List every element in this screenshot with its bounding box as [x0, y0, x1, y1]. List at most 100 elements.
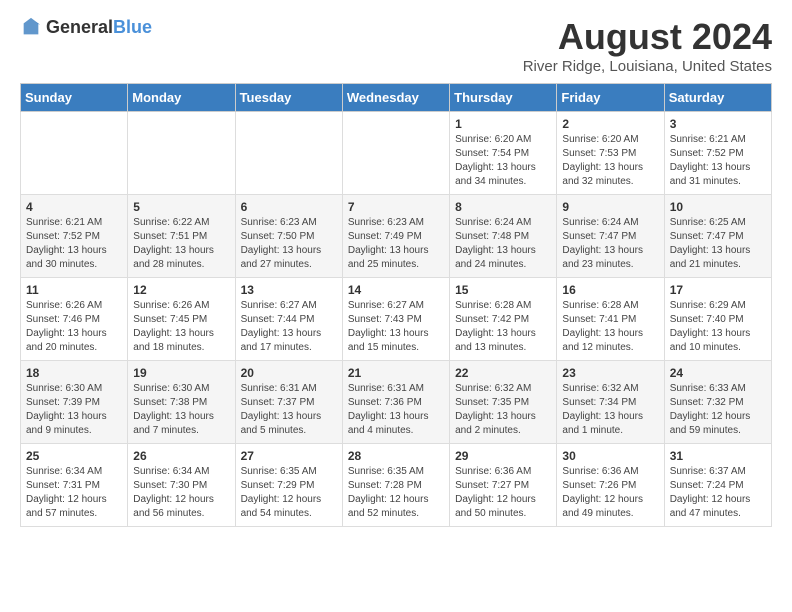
calendar-week-row: 11Sunrise: 6:26 AM Sunset: 7:46 PM Dayli… — [21, 278, 772, 361]
day-content: Sunrise: 6:28 AM Sunset: 7:41 PM Dayligh… — [562, 299, 658, 355]
day-content: Sunrise: 6:35 AM Sunset: 7:29 PM Dayligh… — [241, 465, 337, 521]
day-number: 2 — [562, 117, 658, 131]
calendar-week-row: 4 Sunrise: 6:21 AM Sunset: 7:52 PM Daylig… — [21, 195, 772, 278]
day-number: 4 — [26, 200, 122, 214]
header: GeneralBlue August 2024 River Ridge, Lou… — [20, 16, 772, 75]
day-number: 31 — [670, 449, 766, 463]
calendar-cell: 7 Sunrise: 6:23 AM Sunset: 7:49 PM Daylig… — [342, 195, 449, 278]
calendar-cell: 6 Sunrise: 6:23 AM Sunset: 7:50 PM Daylig… — [235, 195, 342, 278]
day-number: 25 — [26, 449, 122, 463]
day-content: Sunrise: 6:31 AM Sunset: 7:37 PM Dayligh… — [241, 382, 337, 438]
calendar-cell: 8 Sunrise: 6:24 AM Sunset: 7:48 PM Daylig… — [450, 195, 557, 278]
day-header-saturday: Saturday — [664, 84, 771, 112]
page-title: August 2024 — [523, 16, 772, 58]
day-content: Sunrise: 6:23 AM Sunset: 7:49 PM Dayligh… — [348, 216, 444, 272]
calendar-cell: 31 Sunrise: 6:37 AM Sunset: 7:24 PM Dayli… — [664, 444, 771, 527]
calendar-cell: 20 Sunrise: 6:31 AM Sunset: 7:37 PM Dayli… — [235, 361, 342, 444]
day-number: 8 — [455, 200, 551, 214]
calendar-cell: 14Sunrise: 6:27 AM Sunset: 7:43 PM Dayli… — [342, 278, 449, 361]
day-content: Sunrise: 6:20 AM Sunset: 7:54 PM Dayligh… — [455, 133, 551, 189]
calendar-cell — [128, 112, 235, 195]
day-number: 9 — [562, 200, 658, 214]
calendar-cell: 28Sunrise: 6:35 AM Sunset: 7:28 PM Dayli… — [342, 444, 449, 527]
day-header-monday: Monday — [128, 84, 235, 112]
day-content: Sunrise: 6:34 AM Sunset: 7:31 PM Dayligh… — [26, 465, 122, 521]
logo-icon — [20, 16, 42, 38]
day-content: Sunrise: 6:36 AM Sunset: 7:26 PM Dayligh… — [562, 465, 658, 521]
day-content: Sunrise: 6:27 AM Sunset: 7:44 PM Dayligh… — [241, 299, 337, 355]
calendar-body: 1 Sunrise: 6:20 AM Sunset: 7:54 PM Daylig… — [21, 112, 772, 527]
day-content: Sunrise: 6:34 AM Sunset: 7:30 PM Dayligh… — [133, 465, 229, 521]
day-number: 10 — [670, 200, 766, 214]
day-number: 1 — [455, 117, 551, 131]
day-content: Sunrise: 6:37 AM Sunset: 7:24 PM Dayligh… — [670, 465, 766, 521]
day-number: 30 — [562, 449, 658, 463]
calendar-cell: 18 Sunrise: 6:30 AM Sunset: 7:39 PM Dayli… — [21, 361, 128, 444]
day-number: 27 — [241, 449, 337, 463]
calendar-cell: 24Sunrise: 6:33 AM Sunset: 7:32 PM Dayli… — [664, 361, 771, 444]
day-content: Sunrise: 6:20 AM Sunset: 7:53 PM Dayligh… — [562, 133, 658, 189]
day-content: Sunrise: 6:24 AM Sunset: 7:47 PM Dayligh… — [562, 216, 658, 272]
day-content: Sunrise: 6:27 AM Sunset: 7:43 PM Dayligh… — [348, 299, 444, 355]
calendar-cell: 30 Sunrise: 6:36 AM Sunset: 7:26 PM Dayli… — [557, 444, 664, 527]
day-number: 18 — [26, 366, 122, 380]
calendar-cell: 5 Sunrise: 6:22 AM Sunset: 7:51 PM Daylig… — [128, 195, 235, 278]
day-content: Sunrise: 6:30 AM Sunset: 7:39 PM Dayligh… — [26, 382, 122, 438]
header-row: SundayMondayTuesdayWednesdayThursdayFrid… — [21, 84, 772, 112]
day-content: Sunrise: 6:23 AM Sunset: 7:50 PM Dayligh… — [241, 216, 337, 272]
calendar-cell — [21, 112, 128, 195]
day-content: Sunrise: 6:24 AM Sunset: 7:48 PM Dayligh… — [455, 216, 551, 272]
day-header-wednesday: Wednesday — [342, 84, 449, 112]
day-number: 26 — [133, 449, 229, 463]
calendar-cell: 27 Sunrise: 6:35 AM Sunset: 7:29 PM Dayli… — [235, 444, 342, 527]
calendar-cell: 12 Sunrise: 6:26 AM Sunset: 7:45 PM Dayli… — [128, 278, 235, 361]
day-number: 3 — [670, 117, 766, 131]
day-number: 12 — [133, 283, 229, 297]
day-header-thursday: Thursday — [450, 84, 557, 112]
day-content: Sunrise: 6:21 AM Sunset: 7:52 PM Dayligh… — [26, 216, 122, 272]
calendar-cell: 21 Sunrise: 6:31 AM Sunset: 7:36 PM Dayli… — [342, 361, 449, 444]
day-header-sunday: Sunday — [21, 84, 128, 112]
day-number: 23 — [562, 366, 658, 380]
day-number: 21 — [348, 366, 444, 380]
calendar-cell: 2 Sunrise: 6:20 AM Sunset: 7:53 PM Daylig… — [557, 112, 664, 195]
calendar-cell: 19Sunrise: 6:30 AM Sunset: 7:38 PM Dayli… — [128, 361, 235, 444]
calendar-table: SundayMondayTuesdayWednesdayThursdayFrid… — [20, 83, 772, 527]
day-number: 16 — [562, 283, 658, 297]
day-number: 5 — [133, 200, 229, 214]
day-number: 11 — [26, 283, 122, 297]
calendar-cell: 9 Sunrise: 6:24 AM Sunset: 7:47 PM Daylig… — [557, 195, 664, 278]
day-content: Sunrise: 6:26 AM Sunset: 7:45 PM Dayligh… — [133, 299, 229, 355]
day-content: Sunrise: 6:30 AM Sunset: 7:38 PM Dayligh… — [133, 382, 229, 438]
calendar-cell: 16 Sunrise: 6:28 AM Sunset: 7:41 PM Dayli… — [557, 278, 664, 361]
logo: GeneralBlue — [20, 16, 152, 38]
day-number: 7 — [348, 200, 444, 214]
logo-general: General — [46, 17, 113, 37]
calendar-cell: 13Sunrise: 6:27 AM Sunset: 7:44 PM Dayli… — [235, 278, 342, 361]
calendar-cell — [342, 112, 449, 195]
day-content: Sunrise: 6:36 AM Sunset: 7:27 PM Dayligh… — [455, 465, 551, 521]
page-subtitle: River Ridge, Louisiana, United States — [523, 58, 772, 75]
calendar-cell: 4 Sunrise: 6:21 AM Sunset: 7:52 PM Daylig… — [21, 195, 128, 278]
calendar-week-row: 18 Sunrise: 6:30 AM Sunset: 7:39 PM Dayli… — [21, 361, 772, 444]
day-number: 20 — [241, 366, 337, 380]
logo-blue: Blue — [113, 17, 152, 37]
day-number: 6 — [241, 200, 337, 214]
title-area: August 2024 River Ridge, Louisiana, Unit… — [523, 16, 772, 75]
day-content: Sunrise: 6:31 AM Sunset: 7:36 PM Dayligh… — [348, 382, 444, 438]
day-content: Sunrise: 6:32 AM Sunset: 7:35 PM Dayligh… — [455, 382, 551, 438]
day-content: Sunrise: 6:35 AM Sunset: 7:28 PM Dayligh… — [348, 465, 444, 521]
calendar-header: SundayMondayTuesdayWednesdayThursdayFrid… — [21, 84, 772, 112]
calendar-cell: 25 Sunrise: 6:34 AM Sunset: 7:31 PM Dayli… — [21, 444, 128, 527]
day-number: 17 — [670, 283, 766, 297]
day-content: Sunrise: 6:22 AM Sunset: 7:51 PM Dayligh… — [133, 216, 229, 272]
calendar-cell: 1 Sunrise: 6:20 AM Sunset: 7:54 PM Daylig… — [450, 112, 557, 195]
day-number: 15 — [455, 283, 551, 297]
calendar-cell: 17Sunrise: 6:29 AM Sunset: 7:40 PM Dayli… — [664, 278, 771, 361]
calendar-cell: 23Sunrise: 6:32 AM Sunset: 7:34 PM Dayli… — [557, 361, 664, 444]
day-content: Sunrise: 6:33 AM Sunset: 7:32 PM Dayligh… — [670, 382, 766, 438]
day-header-tuesday: Tuesday — [235, 84, 342, 112]
day-number: 22 — [455, 366, 551, 380]
calendar-cell: 10Sunrise: 6:25 AM Sunset: 7:47 PM Dayli… — [664, 195, 771, 278]
calendar-cell: 11Sunrise: 6:26 AM Sunset: 7:46 PM Dayli… — [21, 278, 128, 361]
